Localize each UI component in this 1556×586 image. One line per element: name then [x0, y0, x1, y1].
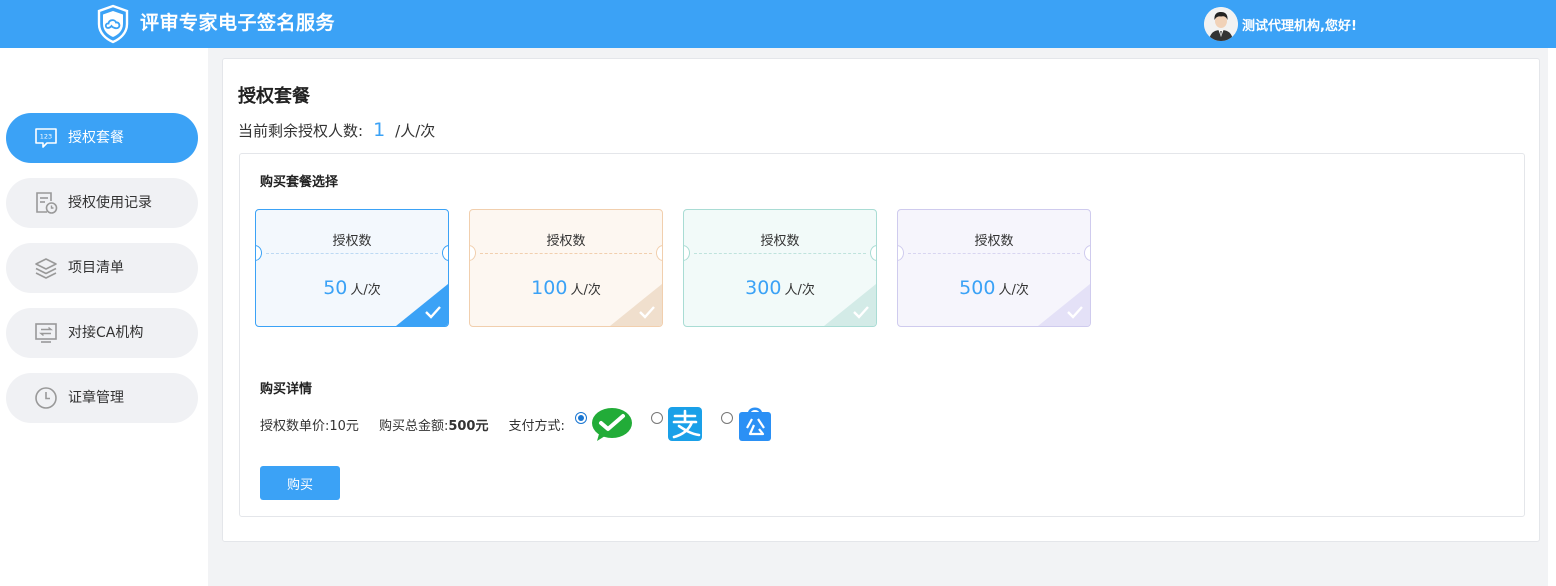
main-panel: 授权套餐 当前剩余授权人数: 1 /人/次 购买套餐选择 授权数 50 人/次 授… — [222, 58, 1540, 542]
unit-price-label: 授权数单价: — [260, 418, 330, 434]
purchase-detail-row: 授权数单价: 10元 购买总金额: 500元 支付方式: — [260, 406, 773, 442]
detail-section-title: 购买详情 — [260, 382, 313, 397]
check-icon — [396, 284, 448, 326]
alipay-icon[interactable] — [667, 406, 703, 442]
notch — [656, 245, 662, 261]
total-label: 购买总金额: — [378, 418, 449, 434]
wechat-pay-icon[interactable] — [591, 406, 633, 442]
swap-monitor-icon — [35, 323, 57, 343]
svg-text:123: 123 — [40, 133, 52, 141]
sidebar-item-seal-management[interactable]: 证章管理 — [6, 373, 198, 423]
sidebar-item-project-list[interactable]: 项目清单 — [6, 243, 198, 293]
package-label: 授权数 — [974, 234, 1014, 249]
public-account-icon[interactable] — [737, 406, 773, 442]
remaining-value: 1 — [373, 119, 386, 141]
sidebar-item-auth-package[interactable]: 123 授权套餐 — [6, 113, 198, 163]
purchase-box: 购买套餐选择 授权数 50 人/次 授权数 100 人/次 授权数 300 人/… — [239, 153, 1525, 517]
sidebar-item-label: 对接CA机构 — [68, 325, 144, 341]
page-title: 授权套餐 — [238, 86, 310, 107]
remaining-label: 当前剩余授权人数: — [238, 122, 364, 140]
package-card-300[interactable]: 授权数 300 人/次 — [683, 209, 877, 327]
notch — [870, 245, 876, 261]
total-value: 500元 — [448, 418, 489, 434]
right-edge — [1548, 48, 1556, 586]
app-title: 评审专家电子签名服务 — [140, 12, 336, 34]
package-card-100[interactable]: 授权数 100 人/次 — [469, 209, 663, 327]
check-icon — [610, 284, 662, 326]
public-account-radio[interactable] — [720, 412, 733, 424]
sidebar-item-label: 授权使用记录 — [68, 195, 152, 211]
greeting-text: 测试代理机构,您好! — [1242, 18, 1357, 34]
buy-button[interactable]: 购买 — [260, 466, 340, 500]
divider — [266, 253, 438, 254]
clock-icon — [35, 387, 57, 409]
unit-price-value: 10元 — [329, 418, 359, 434]
sidebar-item-label: 项目清单 — [68, 260, 124, 276]
sidebar-item-label: 证章管理 — [68, 390, 124, 406]
sidebar-item-ca-org[interactable]: 对接CA机构 — [6, 308, 198, 358]
divider — [694, 253, 866, 254]
divider — [908, 253, 1080, 254]
package-card-500[interactable]: 授权数 500 人/次 — [897, 209, 1091, 327]
check-icon — [1038, 284, 1090, 326]
shield-cloud-icon — [97, 4, 129, 44]
sidebar-item-auth-records[interactable]: 授权使用记录 — [6, 178, 198, 228]
user-avatar-icon[interactable] — [1204, 7, 1238, 41]
top-header: 评审专家电子签名服务 测试代理机构,您好! — [0, 0, 1556, 48]
remaining-auth-count: 当前剩余授权人数: 1 /人/次 — [238, 119, 435, 141]
package-label: 授权数 — [546, 234, 586, 249]
package-section-title: 购买套餐选择 — [260, 175, 339, 190]
document-clock-icon — [36, 192, 58, 214]
pay-method-label: 支付方式: — [508, 418, 565, 434]
package-card-50[interactable]: 授权数 50 人/次 — [255, 209, 449, 327]
package-label: 授权数 — [332, 234, 372, 249]
sidebar-item-label: 授权套餐 — [68, 130, 124, 146]
layers-icon — [35, 258, 57, 279]
sidebar: 123 授权套餐 授权使用记录 项目清单 对接CA机构 证章管理 — [0, 48, 208, 586]
package-label: 授权数 — [760, 234, 800, 249]
wechat-pay-radio[interactable] — [574, 412, 587, 424]
notch — [442, 245, 448, 261]
check-icon — [824, 284, 876, 326]
divider — [480, 253, 652, 254]
notch — [1084, 245, 1090, 261]
remaining-unit: /人/次 — [395, 122, 436, 140]
number-chat-icon: 123 — [35, 128, 57, 148]
user-info[interactable]: 测试代理机构,您好! — [1204, 7, 1357, 41]
alipay-radio[interactable] — [650, 412, 663, 424]
